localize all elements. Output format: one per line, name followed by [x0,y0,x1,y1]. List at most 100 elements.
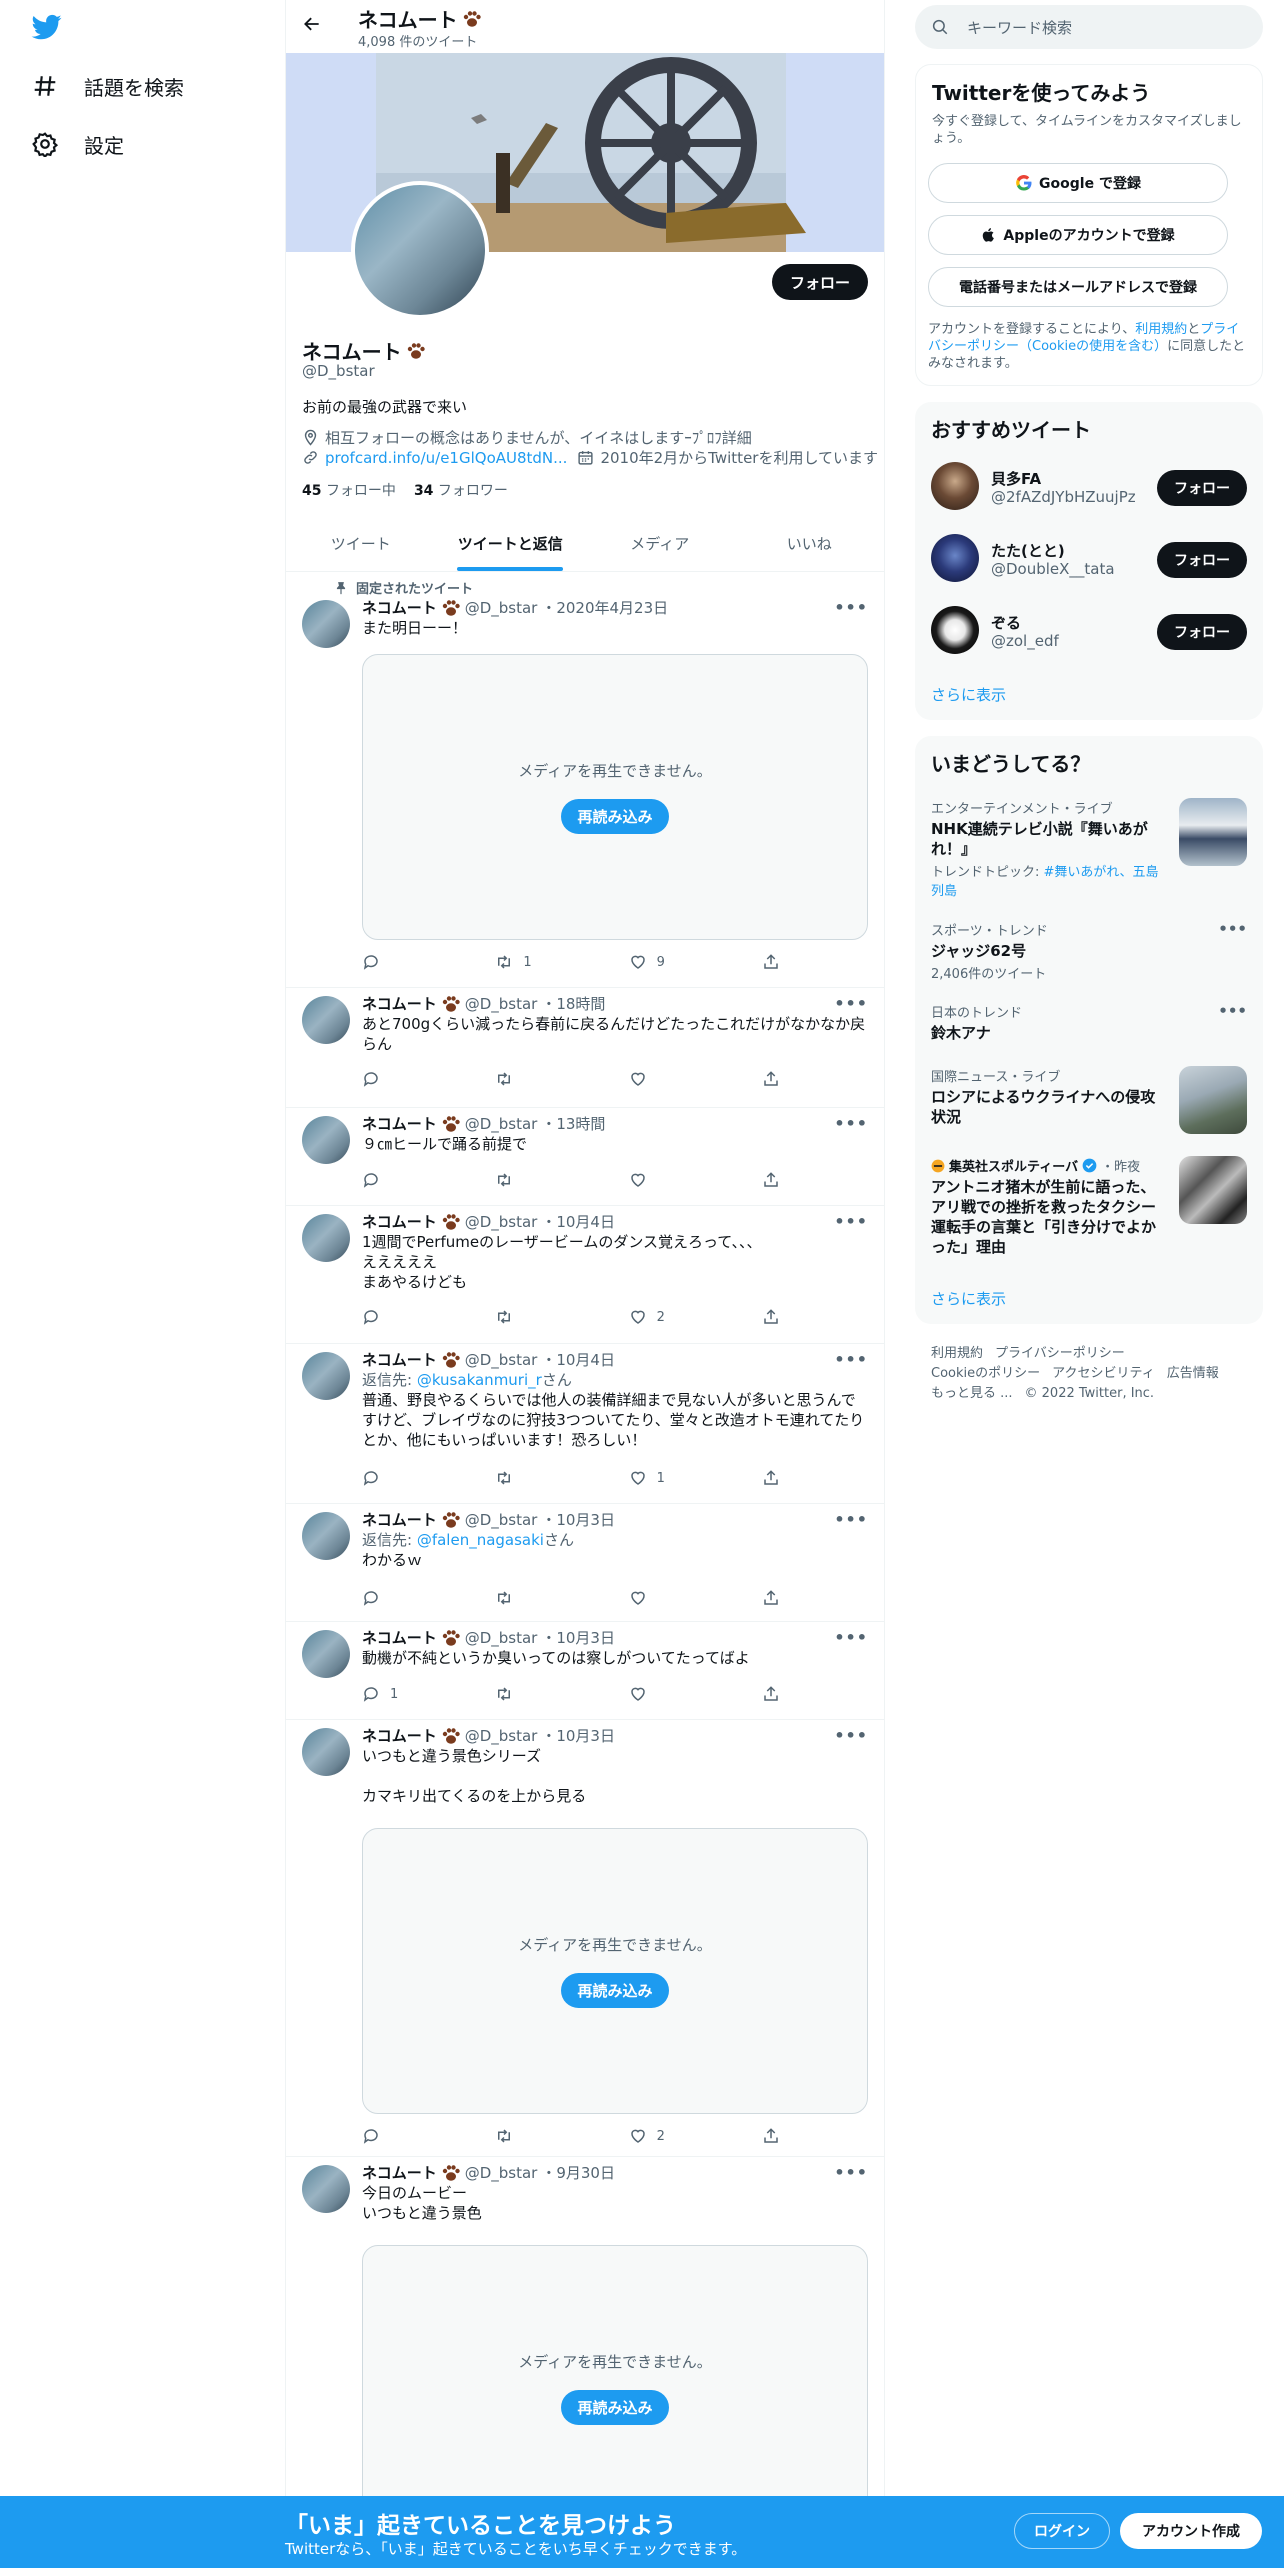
recommend-user[interactable]: 貝多FA @2fAZdJYbHZuujPz フォロー [931,462,1247,514]
tweet[interactable]: ネコムート @D_bstar ・18時間 あと700gくらい減ったら春前に戻るんだけ… [286,988,884,1108]
share-button[interactable] [762,2126,782,2146]
reply-button[interactable] [362,1588,462,1608]
like-button[interactable] [629,1588,729,1608]
tweet-author-name[interactable]: ネコムート [362,1510,437,1530]
twitter-logo-icon[interactable] [30,12,66,44]
recommend-user[interactable]: ぞる @zol_edf フォロー [931,606,1247,658]
reload-button[interactable]: 再読み込み [561,799,669,834]
share-button[interactable] [762,1468,782,1488]
avatar[interactable] [931,462,979,510]
footer-link[interactable]: 広告情報 [1167,1366,1219,1381]
tweet-time[interactable]: ・10月3日 [541,1510,615,1530]
trend-item[interactable]: 日本のトレンド 鈴木アナ ••• [931,1002,1247,1043]
reply-button[interactable] [362,1170,462,1190]
tweet[interactable]: ネコムート @D_bstar ・13時間 ９㎝ヒールで踊る前提で ••• [286,1108,884,1206]
phone-email-signup-button[interactable]: 電話番号またはメールアドレスで登録 [928,267,1228,307]
tweet[interactable]: ネコムート @D_bstar ・9月30日 今日のムービー いつもと違う景色 •••… [286,2157,884,2531]
followers-link[interactable]: 34 フォロワー [414,480,508,500]
nav-explore[interactable]: 話題を検索 [32,66,184,106]
tweet-time[interactable]: ・2020年4月23日 [541,598,668,618]
tweet-time[interactable]: ・10月4日 [541,1212,615,1232]
tweet-avatar[interactable] [302,1352,350,1400]
tweet-avatar[interactable] [302,2165,350,2213]
tweet[interactable]: ネコムート @D_bstar ・10月4日 1週間でPerfumeのレーザービームの… [286,1206,884,1344]
reply-to-link[interactable]: @falen_nagasaki [417,1531,544,1549]
retweet-button[interactable] [495,1170,595,1190]
back-arrow-icon[interactable] [302,14,322,38]
recommend-user[interactable]: たた(とと) @DoubleX__tata フォロー [931,534,1247,586]
like-button[interactable]: 1 [629,1468,729,1488]
tweet[interactable]: ネコムート @D_bstar ・10月3日 返信先: @falen_nagasaki… [286,1504,884,1622]
tweet-avatar[interactable] [302,996,350,1044]
tweet-time[interactable]: ・10月3日 [541,1628,615,1648]
avatar[interactable] [931,534,979,582]
following-link[interactable]: 45 フォロー中 [302,480,396,500]
more-options-icon[interactable]: ••• [834,1350,868,1369]
reply-button[interactable] [362,1307,462,1327]
login-button[interactable]: ログイン [1014,2513,1110,2549]
footer-link[interactable]: Cookieのポリシー [931,1366,1040,1381]
share-button[interactable] [762,1588,782,1608]
like-button[interactable]: 2 [629,2126,729,2146]
recommend-follow-button[interactable]: フォロー [1157,542,1247,578]
tab-media[interactable]: メディア [585,515,735,571]
like-button[interactable] [629,1684,729,1704]
retweet-button[interactable]: 1 [495,952,595,972]
footer-link[interactable]: アクセシビリティ [1052,1366,1155,1381]
terms-link[interactable]: 利用規約 [1135,322,1187,337]
share-button[interactable] [762,952,782,972]
more-options-icon[interactable]: ••• [1218,920,1247,938]
tweet-time[interactable]: ・18時間 [541,994,605,1014]
avatar[interactable] [931,606,979,654]
like-button[interactable]: 2 [629,1307,729,1327]
recommend-show-more[interactable]: さらに表示 [931,684,1006,705]
more-options-icon[interactable]: ••• [834,1628,868,1647]
trend-item[interactable]: 集英社スポルティーバ ・昨夜 アントニオ猪木が生前に語った、アリ戦での挫折を救っ… [931,1156,1247,1257]
tweet-author-name[interactable]: ネコムート [362,994,437,1014]
reply-button[interactable]: 1 [362,1684,462,1704]
google-signup-button[interactable]: Google で登録 [928,163,1228,203]
retweet-button[interactable] [495,1468,595,1488]
share-button[interactable] [762,1170,782,1190]
tweet-author-name[interactable]: ネコムート [362,1350,437,1370]
retweet-button[interactable] [495,1069,595,1089]
tweet-avatar[interactable] [302,1630,350,1678]
reply-button[interactable] [362,2126,462,2146]
tweet[interactable]: 固定されたツイート ネコムート @D_bstar ・2020年4月23日 また明日ー… [286,572,884,988]
more-options-icon[interactable]: ••• [834,994,868,1013]
profile-url[interactable]: profcard.info/u/e1GlQoAU8tdN... [325,449,567,467]
tweet-author-name[interactable]: ネコムート [362,1212,437,1232]
tweet-avatar[interactable] [302,1116,350,1164]
apple-signup-button[interactable]: Appleのアカウントで登録 [928,215,1228,255]
reply-button[interactable] [362,1468,462,1488]
signup-button[interactable]: アカウント作成 [1120,2513,1262,2549]
tweet-avatar[interactable] [302,1214,350,1262]
trend-item[interactable]: 国際ニュース・ライブ ロシアによるウクライナへの侵攻状況 [931,1066,1247,1134]
tweet-time[interactable]: ・9月30日 [541,2163,615,2183]
tab-tweets-and-replies[interactable]: ツイートと返信 [436,515,586,571]
footer-more-link[interactable]: もっと見る ... [931,1386,1013,1401]
more-options-icon[interactable]: ••• [834,1212,868,1231]
trend-item[interactable]: エンターテインメント・ライブ NHK連続テレビ小説『舞いあがれ！』 トレンドトピ… [931,798,1247,899]
search-box[interactable]: キーワード検索 [915,5,1263,49]
footer-link[interactable]: プライバシーポリシー [995,1346,1125,1361]
tweet[interactable]: ネコムート @D_bstar ・10月4日 返信先: @kusakanmuri_rさ… [286,1344,884,1504]
tab-tweets[interactable]: ツイート [286,515,436,571]
tweet-avatar[interactable] [302,1512,350,1560]
tweet-avatar[interactable] [302,600,350,648]
reply-button[interactable] [362,1069,462,1089]
follow-button[interactable]: フォロー [771,264,868,300]
share-button[interactable] [762,1069,782,1089]
like-button[interactable] [629,1069,729,1089]
tweet-avatar[interactable] [302,1728,350,1776]
reply-to-link[interactable]: @kusakanmuri_r [417,1371,542,1389]
tweet-author-name[interactable]: ネコムート [362,1628,437,1648]
tweet-time[interactable]: ・10月3日 [541,1726,615,1746]
trends-show-more[interactable]: さらに表示 [931,1288,1006,1309]
tweet-author-name[interactable]: ネコムート [362,2163,437,2183]
more-options-icon[interactable]: ••• [834,598,868,617]
recommend-follow-button[interactable]: フォロー [1157,470,1247,506]
reload-button[interactable]: 再読み込み [561,1973,669,2008]
share-button[interactable] [762,1307,782,1327]
like-button[interactable]: 9 [629,952,729,972]
